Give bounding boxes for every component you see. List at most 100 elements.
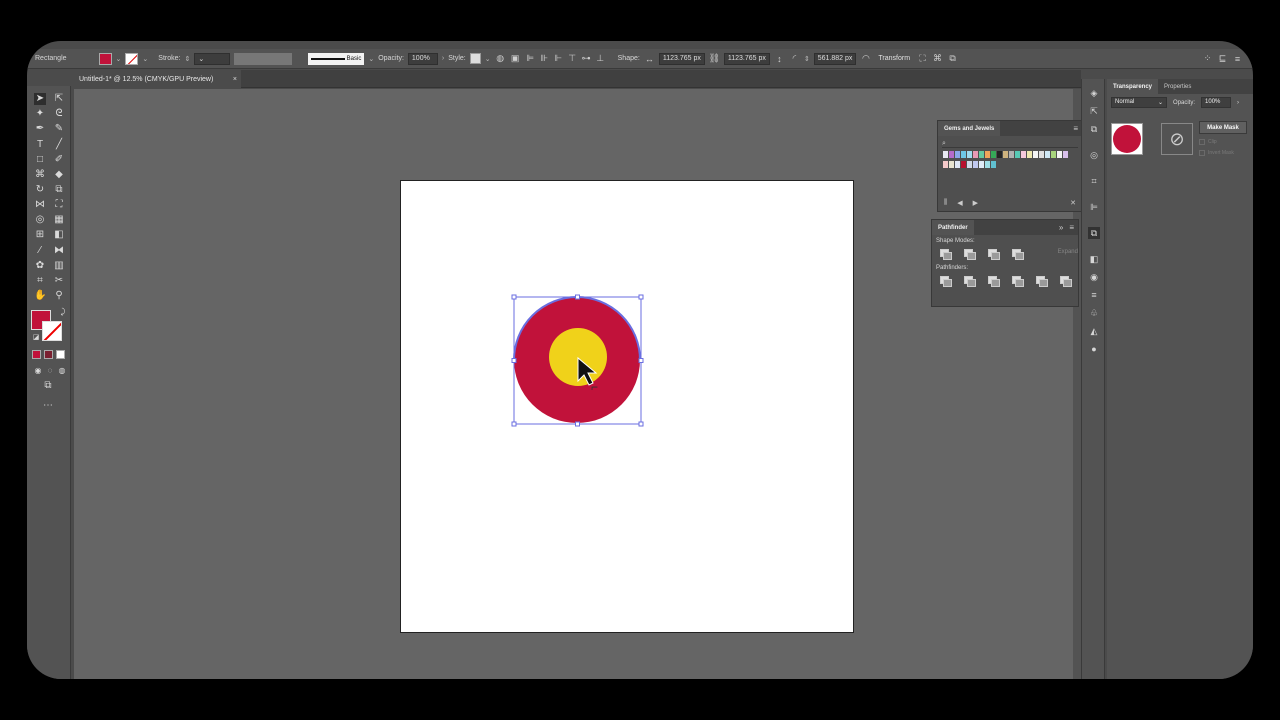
invert-mask-checkbox[interactable]: Invert Mask (1199, 150, 1234, 156)
stroke-weight-field[interactable]: ⌄ (194, 52, 231, 65)
graphic-style-swatch[interactable] (469, 53, 481, 64)
draw-normal-icon[interactable]: ◉ (32, 365, 44, 377)
clip-checkbox[interactable]: Clip (1199, 139, 1217, 145)
scale-tool-icon[interactable]: ⧉ (53, 184, 65, 196)
chevron-down-icon[interactable]: ⌄ (368, 55, 374, 63)
free-transform-icon[interactable]: ⛶ (53, 199, 65, 211)
eyedropper-icon[interactable]: ⁄ (34, 245, 46, 257)
curvature-tool-icon[interactable]: ✎ (53, 123, 65, 135)
eraser-icon[interactable]: ◆ (53, 169, 65, 181)
color-swatch[interactable] (991, 151, 996, 158)
opacity-field[interactable]: 100% (407, 52, 438, 65)
zoom-tool-icon[interactable]: ⚲ (53, 290, 65, 302)
chevron-down-icon[interactable]: ⌄ (116, 55, 122, 63)
arrange-icon[interactable]: ⌘ (932, 53, 943, 64)
none-mode-icon[interactable] (56, 350, 65, 359)
align-to-icon[interactable]: ▣ (510, 53, 521, 64)
color-swatch[interactable] (1057, 151, 1062, 158)
shape-builder-icon[interactable]: ◎ (34, 214, 46, 226)
expand-button[interactable]: Expand (1058, 249, 1078, 258)
color-swatch[interactable] (961, 161, 966, 168)
transform-icon[interactable]: ⌗ (1088, 175, 1100, 187)
next-library-icon[interactable]: ▶ (973, 199, 978, 207)
perspective-grid-icon[interactable]: ▦ (53, 214, 65, 226)
color-swatch[interactable] (943, 161, 948, 168)
symbols-icon[interactable]: ♧ (1088, 307, 1100, 319)
color-swatch[interactable] (955, 151, 960, 158)
chevron-right-icon[interactable]: › (442, 55, 444, 62)
type-tool-icon[interactable]: T (34, 139, 46, 151)
pen-tool-icon[interactable]: ✒ (34, 123, 46, 135)
color-swatch[interactable] (1051, 151, 1056, 158)
height-field[interactable]: 1123.765 px (723, 52, 770, 65)
align-bottom-icon[interactable]: ⊥ (595, 53, 606, 64)
corner-radius-field[interactable]: 561.882 px (813, 52, 857, 65)
align-top-icon[interactable]: ⊤ (567, 53, 578, 64)
color-swatch[interactable] (949, 151, 954, 158)
minus-back-icon[interactable] (1060, 276, 1072, 287)
corner-type-icon[interactable]: ◠ (860, 53, 871, 64)
stepper-icon[interactable]: ⇕ (184, 55, 190, 63)
color-swatch[interactable] (979, 161, 984, 168)
gradient-mode-icon[interactable] (44, 350, 53, 359)
resize-handle[interactable] (511, 421, 517, 427)
make-mask-button[interactable]: Make Mask (1199, 121, 1247, 134)
menu-icon[interactable]: ≡ (1069, 223, 1074, 232)
layers-icon[interactable]: ◈ (1088, 87, 1100, 99)
transparency-icon[interactable]: ● (1088, 343, 1100, 355)
recolor-icon[interactable]: ◍ (495, 53, 506, 64)
artboard-tool-icon[interactable]: ⌗ (34, 275, 46, 287)
stroke-icon[interactable]: ≡ (1088, 289, 1100, 301)
draw-inside-icon[interactable]: ◍ (56, 365, 68, 377)
rectangle-tool-icon[interactable]: □ (34, 154, 46, 166)
swatch-library-menu-icon[interactable]: ⫼ (944, 199, 947, 207)
color-swatch[interactable] (943, 151, 948, 158)
chevron-down-icon[interactable]: ⌄ (485, 55, 491, 63)
slice-tool-icon[interactable]: ✂ (53, 275, 65, 287)
color-icon[interactable]: ◉ (1088, 271, 1100, 283)
fill-swatch[interactable] (98, 52, 112, 65)
selection-tool-icon[interactable]: ➤ (34, 93, 46, 105)
divide-icon[interactable] (940, 276, 952, 287)
variable-width-field[interactable] (234, 52, 293, 65)
resize-handle[interactable] (638, 358, 644, 363)
gradient-tool-icon[interactable]: ◧ (53, 229, 65, 241)
graph-tool-icon[interactable]: ▥ (53, 260, 65, 272)
default-colors-icon[interactable]: ◪ (30, 332, 42, 344)
artboard[interactable]: ⌐ (400, 180, 854, 633)
stepper-icon[interactable]: ⇕ (804, 55, 810, 63)
gems-panel-tab[interactable]: Gems and Jewels (938, 121, 1001, 136)
export-icon[interactable]: ⇱ (1088, 105, 1100, 117)
resize-handle[interactable] (511, 294, 517, 300)
brushes-icon[interactable]: ◭ (1088, 325, 1100, 337)
collapse-icon[interactable]: » (1059, 223, 1063, 232)
chevron-down-icon[interactable]: ⌄ (142, 55, 148, 63)
artboards-icon[interactable]: ⧉ (1088, 123, 1100, 135)
blend-mode-dropdown[interactable]: Normal ⌄ (1111, 97, 1167, 108)
tab-properties[interactable]: Properties (1158, 79, 1197, 94)
color-swatch[interactable] (1063, 151, 1068, 158)
stroke-color-swatch[interactable] (42, 321, 62, 341)
menu-icon[interactable]: ≡ (1073, 124, 1078, 133)
resize-handle[interactable] (575, 294, 580, 300)
hand-tool-icon[interactable]: ✋ (34, 290, 46, 302)
gradient-icon[interactable]: ◧ (1088, 253, 1100, 265)
artwork-svg[interactable]: ⌐ (401, 181, 855, 634)
color-swatch[interactable] (967, 161, 972, 168)
panel-title-bar[interactable]: Pathfinder » ≡ (932, 220, 1078, 235)
resize-handle[interactable] (575, 421, 580, 427)
panel-title-bar[interactable]: Gems and Jewels ≡ (938, 121, 1082, 136)
brush-definition-dropdown[interactable]: Basic (308, 52, 365, 65)
swap-colors-icon[interactable]: ⤸ (57, 306, 69, 318)
rotate-tool-icon[interactable]: ↻ (34, 184, 46, 196)
color-swatch[interactable] (1021, 151, 1026, 158)
previous-library-icon[interactable]: ◀ (957, 199, 962, 207)
appearance-icon[interactable]: ◎ (1088, 149, 1100, 161)
object-thumbnail[interactable] (1111, 123, 1143, 155)
blend-tool-icon[interactable]: ⧓ (53, 245, 65, 257)
draw-behind-icon[interactable]: ◌ (44, 365, 56, 377)
quick-actions-icon[interactable]: ⁘ (1202, 53, 1213, 64)
outline-icon[interactable] (1036, 276, 1048, 287)
color-swatch[interactable] (997, 151, 1002, 158)
minus-front-icon[interactable] (963, 249, 976, 260)
